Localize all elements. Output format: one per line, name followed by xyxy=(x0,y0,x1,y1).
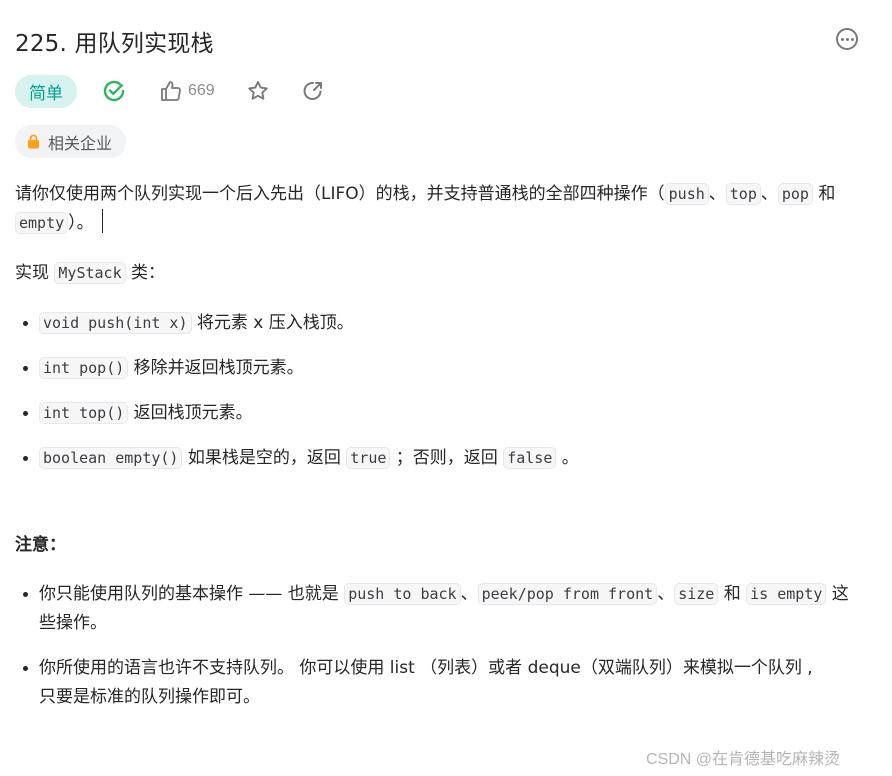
dot xyxy=(850,37,854,41)
text: 将元素 x 压入栈顶。 xyxy=(191,313,354,333)
favorite-button[interactable] xyxy=(245,78,271,104)
text: 和 xyxy=(718,584,747,604)
code: true xyxy=(346,447,391,469)
text: 类： xyxy=(125,263,166,283)
code-push: push xyxy=(664,183,709,205)
more-options-button[interactable] xyxy=(836,28,858,50)
text: 你所使用的语言也许不支持队列。 你可以使用 list （列表）或者 deque（… xyxy=(39,658,813,707)
text: 、 xyxy=(460,584,478,604)
more-options-icon xyxy=(840,37,844,41)
problem-title: 225. 用队列实现栈 xyxy=(15,31,214,57)
intro-paragraph: 请你仅使用两个队列实现一个后入先出（LIFO）的栈，并支持普通栈的全部四种操作（… xyxy=(15,180,855,238)
code-pop: pop xyxy=(777,183,813,205)
watermark: CSDN @在肯德基吃麻辣烫 xyxy=(646,751,841,768)
code: false xyxy=(503,447,557,469)
list-item: void push(int x) 将元素 x 压入栈顶。 xyxy=(39,309,855,338)
related-companies-label: 相关企业 xyxy=(48,133,113,153)
text-cursor xyxy=(101,209,104,233)
code: push to back xyxy=(344,583,461,605)
list-item: 你所使用的语言也许不支持队列。 你可以使用 list （列表）或者 deque（… xyxy=(39,654,855,712)
thumbs-up-icon xyxy=(161,81,181,101)
code-top: top xyxy=(725,183,761,205)
problem-toolbar: 简单 xyxy=(15,75,77,108)
code-empty: empty xyxy=(15,212,69,234)
code: peek/pop from front xyxy=(477,583,658,605)
code-mystack: MyStack xyxy=(54,262,126,284)
dot xyxy=(845,37,849,41)
star-icon xyxy=(248,81,268,100)
related-companies-button[interactable]: 相关企业 xyxy=(15,125,127,158)
list-item: boolean empty() 如果栈是空的，返回 true ；否则，返回 fa… xyxy=(39,444,855,473)
check-circle-icon xyxy=(103,80,125,102)
text: 、 xyxy=(657,584,675,604)
like-button[interactable] xyxy=(158,78,184,104)
text: 。 xyxy=(556,448,579,468)
text: 返回栈顶元素。 xyxy=(128,403,253,423)
text: 、 xyxy=(760,184,778,204)
text: 和 xyxy=(812,184,836,204)
difficulty-badge[interactable]: 简单 xyxy=(15,75,77,108)
text: 实现 xyxy=(15,263,55,283)
api-list: void push(int x) 将元素 x 压入栈顶。 int pop() 移… xyxy=(15,309,855,473)
notes-list: 你只能使用队列的基本操作 —— 也就是 push to back、peek/po… xyxy=(15,580,855,712)
notes-title: 注意： xyxy=(15,535,66,555)
code: int top() xyxy=(39,402,129,424)
text: ）。 xyxy=(68,213,94,233)
text: 、 xyxy=(708,184,726,204)
code: is empty xyxy=(746,583,827,605)
share-icon xyxy=(303,81,322,100)
text: 请你仅使用两个队列实现一个后入先出（LIFO）的栈，并支持普通栈的全部四种操作（ xyxy=(15,184,665,204)
text: 如果栈是空的，返回 xyxy=(182,448,347,468)
share-button[interactable] xyxy=(300,78,326,104)
list-item: int top() 返回栈顶元素。 xyxy=(39,399,855,428)
code: size xyxy=(674,583,719,605)
implement-paragraph: 实现 MyStack 类： xyxy=(15,259,855,288)
like-count: 669 xyxy=(188,82,215,99)
solved-button[interactable] xyxy=(101,78,127,104)
list-item: 你只能使用队列的基本操作 —— 也就是 push to back、peek/po… xyxy=(39,580,855,638)
code: int pop() xyxy=(39,357,129,379)
code: boolean empty() xyxy=(39,447,183,469)
text: ；否则，返回 xyxy=(390,448,504,468)
problem-description: 请你仅使用两个队列实现一个后入先出（LIFO）的栈，并支持普通栈的全部四种操作（… xyxy=(15,180,855,728)
code: void push(int x) xyxy=(39,312,192,334)
lock-icon xyxy=(28,134,39,149)
list-item: int pop() 移除并返回栈顶元素。 xyxy=(39,354,855,383)
text: 移除并返回栈顶元素。 xyxy=(128,358,304,378)
text: 你只能使用队列的基本操作 —— 也就是 xyxy=(39,584,345,604)
